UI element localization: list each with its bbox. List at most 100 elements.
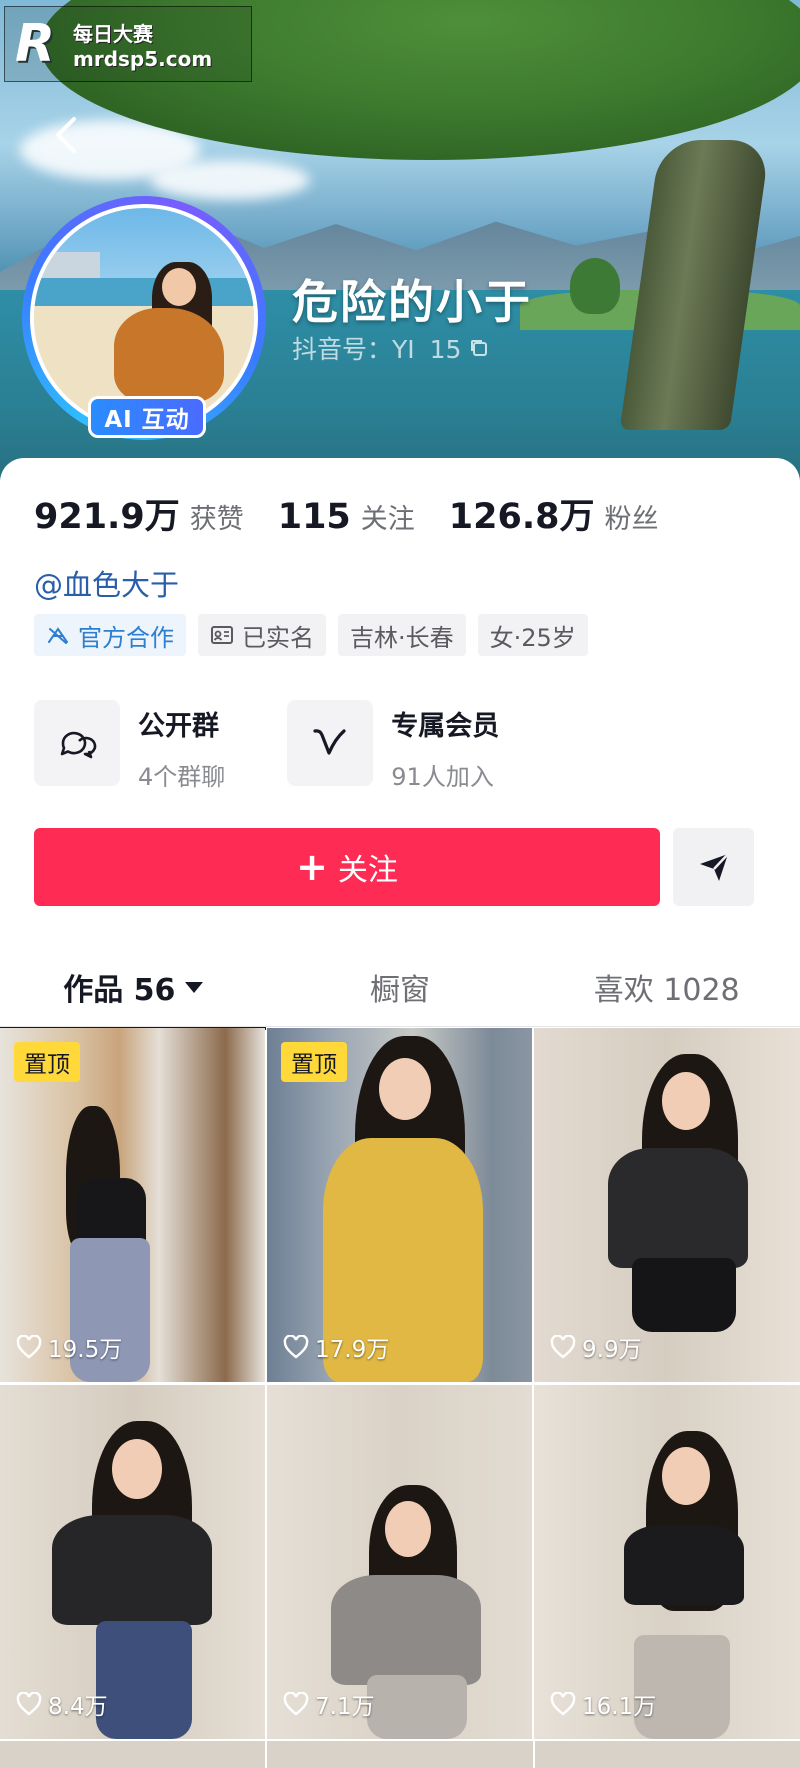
tile-person-top <box>52 1515 212 1625</box>
tab-showcase[interactable]: 橱窗 <box>267 948 534 1026</box>
likes-count: 16.1万 <box>582 1694 657 1720</box>
heart-icon <box>16 1335 42 1359</box>
profile-stats: 921.9万 获赞 115 关注 126.8万 粉丝 <box>34 488 693 539</box>
video-tile[interactable]: 16.1万 <box>534 1385 800 1739</box>
video-likes: 7.1万 <box>283 1687 375 1721</box>
tag-verified[interactable]: 已实名 <box>198 614 326 656</box>
video-likes: 8.4万 <box>16 1687 108 1721</box>
profile-signature-link[interactable]: @血色大于 <box>34 562 179 604</box>
tile-person-top <box>331 1575 481 1685</box>
tab-label: 橱窗 <box>370 973 430 1008</box>
tab-liked[interactable]: 喜欢 1028 <box>533 948 800 1026</box>
stat-followers[interactable]: 126.8万 粉丝 <box>449 488 659 539</box>
feature-subtitle: 4个群聊 <box>138 763 226 791</box>
profile-nickname: 危险的小于 <box>292 275 532 329</box>
heart-icon <box>550 1692 576 1716</box>
video-tile[interactable]: 9.9万 <box>534 1028 800 1382</box>
video-likes: 16.1万 <box>550 1687 656 1721</box>
douyin-id[interactable]: 抖音号：YI 15 <box>292 330 489 366</box>
heart-icon <box>283 1335 309 1359</box>
video-grid-next-row <box>0 1741 800 1768</box>
likes-count: 7.1万 <box>315 1694 375 1720</box>
exclusive-member-entry[interactable]: 专属会员 91人加入 <box>287 700 499 792</box>
tile-person-top <box>608 1148 748 1268</box>
chevron-left-icon <box>56 117 76 153</box>
watermark-logo: R <box>15 14 56 74</box>
share-button[interactable] <box>673 828 754 906</box>
stat-number: 126.8万 <box>448 497 595 537</box>
tag-label: 女·25岁 <box>489 623 576 652</box>
official-cooperation-icon <box>48 627 68 644</box>
video-likes: 9.9万 <box>550 1330 642 1364</box>
video-tile[interactable]: 置顶 19.5万 <box>0 1028 265 1382</box>
tab-label: 作品 56 <box>63 973 176 1008</box>
public-group-entry[interactable]: 公开群 4个群聊 <box>34 700 225 792</box>
feature-subtitle: 91人加入 <box>391 763 494 791</box>
feature-title: 公开群 <box>138 711 219 742</box>
tag-official[interactable]: 官方合作 <box>34 614 186 656</box>
likes-count: 19.5万 <box>48 1337 123 1363</box>
video-likes: 19.5万 <box>16 1330 122 1364</box>
tile-person-face <box>379 1058 431 1120</box>
tile-person-top <box>624 1525 744 1605</box>
stat-following[interactable]: 115 关注 <box>278 497 415 537</box>
video-likes: 17.9万 <box>283 1330 389 1364</box>
avatar-sea <box>34 278 254 306</box>
profile-tabs: 作品 56 橱窗 喜欢 1028 <box>0 948 800 1030</box>
tag-label: 已实名 <box>242 623 314 652</box>
stat-label: 粉丝 <box>604 504 659 535</box>
watermark-url: mrdsp5.com <box>73 46 213 71</box>
tile-person-bottom <box>632 1258 736 1332</box>
video-tile[interactable]: 8.4万 <box>0 1385 265 1739</box>
ai-interaction-badge[interactable]: AI 互动 <box>88 396 206 438</box>
pinned-badge: 置顶 <box>281 1042 347 1082</box>
avatar-face <box>162 268 196 306</box>
cloud <box>150 160 310 200</box>
follow-button[interactable]: + 关注 <box>34 828 660 906</box>
likes-count: 9.9万 <box>582 1337 642 1363</box>
video-tile[interactable]: 7.1万 <box>267 1385 532 1739</box>
send-icon <box>699 853 729 881</box>
id-card-icon <box>211 626 233 644</box>
heart-icon <box>16 1692 42 1716</box>
copy-icon[interactable] <box>469 338 489 358</box>
tile-person-face <box>662 1072 710 1130</box>
avatar-dress <box>114 308 224 403</box>
video-tile-partial[interactable] <box>534 1741 800 1768</box>
profile-card: 921.9万 获赞 115 关注 126.8万 粉丝 @血色大于 官方合作 已实… <box>0 458 800 1768</box>
tab-divider <box>0 1026 800 1027</box>
video-tile-partial[interactable] <box>0 1741 266 1768</box>
member-v-icon <box>313 729 346 755</box>
caret-down-icon <box>185 981 204 993</box>
profile-features: 公开群 4个群聊 专属会员 91人加入 <box>34 700 561 792</box>
back-button[interactable] <box>44 110 88 160</box>
tile-person-face <box>385 1501 431 1557</box>
tile-person-face <box>662 1447 710 1505</box>
heart-icon <box>550 1335 576 1359</box>
likes-count: 8.4万 <box>48 1694 108 1720</box>
stat-likes[interactable]: 921.9万 获赞 <box>34 488 244 539</box>
douyin-id-text: 抖音号：YI 15 <box>292 335 462 364</box>
chat-bubbles-icon <box>60 731 97 759</box>
tile-person-bottom <box>96 1621 192 1739</box>
watermark-title: 每日大赛 <box>73 21 153 46</box>
video-tile[interactable]: 置顶 17.9万 <box>267 1028 532 1382</box>
video-tile-partial[interactable] <box>267 1741 533 1768</box>
tile-person-bottom <box>367 1675 467 1739</box>
stat-number: 115 <box>277 497 351 537</box>
stat-label: 获赞 <box>189 504 244 535</box>
tab-label: 喜欢 1028 <box>593 973 740 1008</box>
stat-label: 关注 <box>360 504 415 535</box>
site-watermark: R 每日大赛 mrdsp5.com <box>4 6 252 82</box>
plus-icon: + <box>296 845 328 889</box>
tag-location: 吉林·长春 <box>338 614 466 656</box>
feature-title: 专属会员 <box>391 711 500 742</box>
tile-person-face <box>112 1439 162 1499</box>
video-grid: 置顶 19.5万 置顶 17.9万 9.9万 8.4万 7.1万 16.1万 <box>0 1028 800 1739</box>
stat-number: 921.9万 <box>34 497 180 537</box>
tag-label: 官方合作 <box>78 623 174 652</box>
tab-works[interactable]: 作品 56 <box>0 948 267 1030</box>
heart-icon <box>283 1692 309 1716</box>
tag-label: 吉林·长春 <box>350 623 454 652</box>
tag-gender-age: 女·25岁 <box>477 614 588 656</box>
